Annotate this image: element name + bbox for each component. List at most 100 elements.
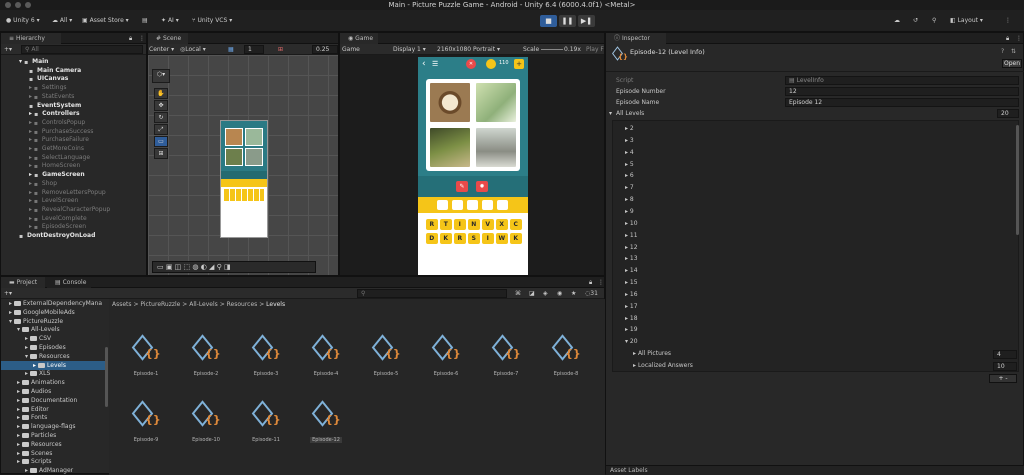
- tree-scrollbar[interactable]: [105, 347, 108, 407]
- hierarchy-item[interactable]: ▸ ▪ RevealCharacterPopup: [29, 205, 110, 214]
- overlay-tool-icon[interactable]: ▭ ▣ ◫ ⬚ ◍ ◐ ◢ ⚲ ◨: [157, 263, 231, 271]
- transform-tool[interactable]: ⊞: [154, 148, 168, 159]
- tools-button[interactable]: ▤: [142, 15, 148, 27]
- level-element[interactable]: ▸ 11: [625, 230, 638, 242]
- rotate-tool[interactable]: ↻: [154, 112, 168, 123]
- letter-key[interactable]: S: [468, 233, 480, 244]
- letter-key[interactable]: V: [482, 219, 494, 230]
- all-levels-header[interactable]: ▾ All Levels 20: [606, 108, 1024, 119]
- open-button[interactable]: Open: [1002, 59, 1022, 68]
- all-levels-size-field[interactable]: 20: [997, 109, 1019, 118]
- project-folder-item[interactable]: ▸ Scenes: [1, 449, 105, 458]
- maximize-window-button[interactable]: [25, 2, 31, 8]
- tab-console[interactable]: ▤ Console: [47, 277, 91, 288]
- back-icon[interactable]: ‹: [422, 59, 426, 69]
- search-button[interactable]: ⚲: [932, 15, 936, 27]
- level-element[interactable]: ▸ 5: [625, 159, 634, 171]
- project-folder-item[interactable]: ▸ Audios: [1, 387, 105, 396]
- localized-answers-field[interactable]: 10: [993, 362, 1017, 371]
- asset-item[interactable]: {} Episode-12: [301, 400, 351, 443]
- project-folder-item[interactable]: ▸ Fonts: [1, 413, 105, 422]
- letter-key[interactable]: T: [440, 219, 452, 230]
- foldout-arrow-icon[interactable]: ▸: [9, 309, 12, 316]
- foldout-arrow-icon[interactable]: ▸: [25, 370, 28, 377]
- letter-key[interactable]: C: [510, 219, 522, 230]
- foldout-arrow-icon[interactable]: ▾: [25, 353, 28, 360]
- all-pictures-row[interactable]: ▸ All Pictures: [633, 350, 671, 357]
- pause-button[interactable]: ❚❚: [559, 15, 576, 27]
- project-folder-item[interactable]: ▸ GoogleMobileAds: [1, 308, 105, 317]
- foldout-arrow-icon[interactable]: ▸: [17, 458, 20, 465]
- project-folder-item[interactable]: ▸ Documentation: [1, 396, 105, 405]
- level-element[interactable]: ▸ 8: [625, 194, 634, 206]
- breadcrumb-item[interactable]: Assets: [112, 301, 132, 308]
- remove-letters-icon[interactable]: ✕: [466, 59, 476, 69]
- asset-item[interactable]: {} Episode-6: [421, 334, 471, 377]
- play-button[interactable]: ■: [540, 15, 557, 27]
- snap-value-field[interactable]: 0.25: [312, 45, 338, 54]
- project-folder-item[interactable]: ▸ Editor: [1, 405, 105, 414]
- foldout-arrow-icon[interactable]: ▾: [609, 108, 612, 119]
- foldout-arrow-icon[interactable]: ▸: [17, 414, 20, 421]
- foldout-arrow-icon[interactable]: ▸: [25, 467, 28, 474]
- scale-slider[interactable]: [541, 49, 563, 50]
- hierarchy-item[interactable]: ▸ ▪ HomeScreen: [29, 161, 80, 170]
- foldout-arrow-icon[interactable]: ▸: [33, 362, 36, 369]
- asset-item[interactable]: {} Episode-10: [181, 400, 231, 443]
- project-folder-item[interactable]: ▾ All-Levels: [1, 325, 105, 334]
- foldout-arrow-icon[interactable]: ▾: [17, 326, 20, 333]
- hierarchy-item[interactable]: ▸ ▪ Settings: [29, 83, 67, 92]
- letter-key[interactable]: D: [426, 233, 438, 244]
- project-search-input[interactable]: ⚲: [357, 289, 507, 298]
- level-element[interactable]: ▸ 2: [625, 123, 634, 135]
- hint-button-1[interactable]: ✎: [456, 181, 468, 192]
- more-menu-button[interactable]: ⋮: [1005, 15, 1011, 27]
- level-element[interactable]: ▸ 18: [625, 313, 638, 325]
- hierarchy-item[interactable]: ▪ DontDestroyOnLoad: [19, 231, 95, 240]
- hierarchy-item[interactable]: ▸ ▪ PurchaseSuccess: [29, 127, 93, 136]
- level-element[interactable]: ▸ 7: [625, 182, 634, 194]
- foldout-arrow-icon[interactable]: ▸: [25, 344, 28, 351]
- asset-item[interactable]: {} Episode-9: [121, 400, 171, 443]
- lock-icon[interactable]: 🔒︎: [1006, 33, 1009, 45]
- level-element[interactable]: ▸ 17: [625, 301, 638, 313]
- tab-inspector[interactable]: ⓘ Inspector: [606, 33, 666, 44]
- foldout-arrow-icon[interactable]: ▸: [17, 397, 20, 404]
- hierarchy-item[interactable]: ▸ ▪ GameScreen: [29, 170, 85, 179]
- breadcrumb-item[interactable]: All-Levels: [189, 301, 218, 308]
- close-window-button[interactable]: [5, 2, 11, 8]
- letter-key[interactable]: K: [510, 233, 522, 244]
- layout-dropdown[interactable]: ◧ Layout ▾: [950, 15, 983, 27]
- foldout-arrow-icon[interactable]: ▸: [17, 388, 20, 395]
- letter-key[interactable]: X: [496, 219, 508, 230]
- hierarchy-item[interactable]: ▾ ▪ Main: [19, 57, 48, 66]
- hierarchy-item[interactable]: ▸ ▪ LevelScreen: [29, 196, 78, 205]
- level-element[interactable]: ▾ 20: [625, 336, 638, 348]
- level-element[interactable]: ▸ 4: [625, 147, 634, 159]
- settings-icon[interactable]: ⇅: [1011, 48, 1016, 55]
- asset-item[interactable]: {} Episode-11: [241, 400, 291, 443]
- foldout-arrow-icon[interactable]: ▸: [17, 441, 20, 448]
- history-button[interactable]: ↺: [913, 15, 918, 27]
- asset-item[interactable]: {} Episode-4: [301, 334, 351, 377]
- scene-viewport[interactable]: ⬡▾ ✋ ✥ ↻ ⤢ ▭ ⊞ ▭ ▣ ◫ ⬚ ◍ ◐ ◢ ⚲ ◨: [148, 55, 338, 275]
- project-folder-item[interactable]: ▸ Episodes: [1, 343, 105, 352]
- level-element[interactable]: ▸ 19: [625, 324, 638, 336]
- episode-name-field[interactable]: Episode 12: [785, 98, 1019, 107]
- hierarchy-item[interactable]: ▸ ▪ GetMoreCoins: [29, 144, 84, 153]
- hierarchy-search-input[interactable]: ⚲ All: [21, 45, 143, 54]
- localized-answers-row[interactable]: ▸ Localized Answers: [633, 362, 693, 369]
- tab-hierarchy[interactable]: ≡ Hierarchy: [1, 33, 61, 44]
- foldout-arrow-icon[interactable]: ▾: [9, 318, 12, 325]
- hierarchy-item[interactable]: ▸ ▪ RemoveLettersPopup: [29, 188, 106, 197]
- episode-number-field[interactable]: 12: [785, 87, 1019, 96]
- letter-key[interactable]: R: [454, 233, 466, 244]
- tab-game[interactable]: ◉ Game: [340, 33, 378, 44]
- levels-scrollbar[interactable]: [1016, 125, 1019, 235]
- asset-item[interactable]: {} Episode-2: [181, 334, 231, 377]
- scale-tool[interactable]: ⤢: [154, 124, 168, 135]
- level-element[interactable]: ▸ 6: [625, 170, 634, 182]
- hint-button-2[interactable]: ✹: [476, 181, 488, 192]
- foldout-arrow-icon[interactable]: ▸: [9, 300, 12, 307]
- letter-key[interactable]: R: [426, 219, 438, 230]
